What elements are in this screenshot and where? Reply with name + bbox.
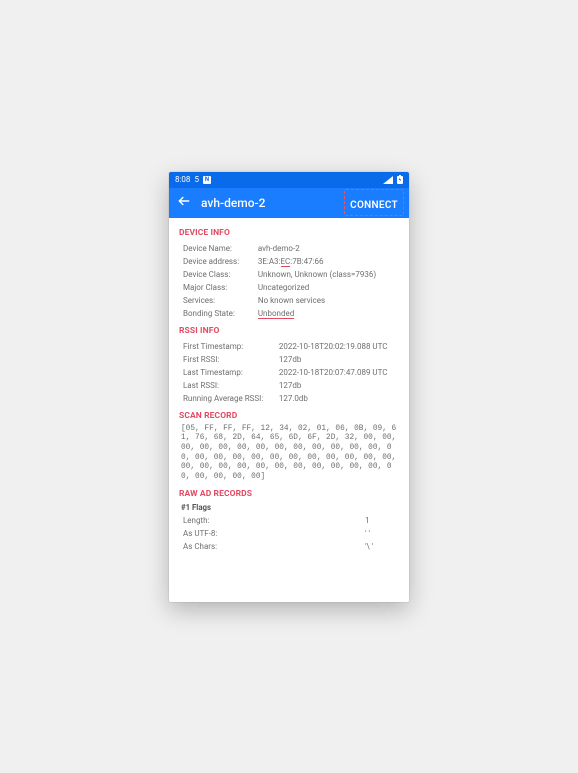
row-value: Unknown, Unknown (class=7936) bbox=[258, 268, 399, 281]
signal-icon bbox=[383, 176, 393, 184]
table-row: First Timestamp:2022-10-18T20:02:19.088 … bbox=[179, 340, 399, 353]
section-rssi-info: RSSI INFO bbox=[179, 326, 399, 336]
table-row: Bonding State:Unbonded bbox=[179, 307, 399, 320]
section-raw-ad: RAW AD RECORDS bbox=[179, 489, 399, 499]
content-scroll[interactable]: DEVICE INFO Device Name:avh-demo-2Device… bbox=[169, 218, 409, 602]
flags-subheader: #1 Flags bbox=[181, 503, 399, 512]
back-button[interactable] bbox=[177, 193, 191, 212]
row-key: Device Class: bbox=[179, 268, 258, 281]
scan-record-hex: [05, FF, FF, FF, 12, 34, 02, 01, 06, 0B,… bbox=[179, 425, 399, 483]
row-key: First Timestamp: bbox=[179, 340, 279, 353]
row-value: Unbonded bbox=[258, 307, 399, 320]
table-row: Length:1 bbox=[179, 514, 399, 527]
row-value: 3E:A3:EC:7B:47:66 bbox=[258, 255, 399, 268]
row-key: Major Class: bbox=[179, 281, 258, 294]
battery-icon bbox=[397, 175, 403, 184]
section-device-info: DEVICE INFO bbox=[179, 228, 399, 238]
row-value: 2022-10-18T20:02:19.088 UTC bbox=[279, 340, 399, 353]
row-value: 127db bbox=[279, 379, 399, 392]
table-row: Last Timestamp:2022-10-18T20:07:47.089 U… bbox=[179, 366, 399, 379]
flags-table: Length:1As UTF-8:' 'As Chars:'\ ' bbox=[179, 514, 399, 553]
row-key: Running Average RSSI: bbox=[179, 392, 279, 405]
row-key: Length: bbox=[179, 514, 365, 527]
row-key: First RSSI: bbox=[179, 353, 279, 366]
row-value: avh-demo-2 bbox=[258, 242, 399, 255]
table-row: Device Class:Unknown, Unknown (class=793… bbox=[179, 268, 399, 281]
row-value: Uncategorized bbox=[258, 281, 399, 294]
table-row: Services:No known services bbox=[179, 294, 399, 307]
table-row: Device Name:avh-demo-2 bbox=[179, 242, 399, 255]
app-bar: avh-demo-2 CONNECT bbox=[169, 188, 409, 218]
rssi-info-table: First Timestamp:2022-10-18T20:02:19.088 … bbox=[179, 340, 399, 405]
table-row: As UTF-8:' ' bbox=[179, 527, 399, 540]
row-value: 1 bbox=[365, 514, 399, 527]
connect-button[interactable]: CONNECT bbox=[347, 191, 401, 214]
status-time: 8:08 bbox=[175, 175, 190, 184]
table-row: Running Average RSSI:127.0db bbox=[179, 392, 399, 405]
row-key: As Chars: bbox=[179, 540, 365, 553]
page-title: avh-demo-2 bbox=[201, 196, 337, 210]
status-bar: 8:08 5 N bbox=[169, 172, 409, 188]
scroll-fade bbox=[169, 584, 409, 602]
row-value: No known services bbox=[258, 294, 399, 307]
row-key: Last RSSI: bbox=[179, 379, 279, 392]
phone-frame: 8:08 5 N avh-demo-2 CONNECT DEVICE INFO … bbox=[169, 172, 409, 602]
table-row: Last RSSI:127db bbox=[179, 379, 399, 392]
section-scan-record: SCAN RECORD bbox=[179, 411, 399, 421]
table-row: Major Class:Uncategorized bbox=[179, 281, 399, 294]
row-key: Services: bbox=[179, 294, 258, 307]
row-key: As UTF-8: bbox=[179, 527, 365, 540]
notif-icon: N bbox=[203, 176, 211, 184]
device-info-table: Device Name:avh-demo-2Device address:3E:… bbox=[179, 242, 399, 320]
row-value: ' ' bbox=[365, 527, 399, 540]
row-key: Last Timestamp: bbox=[179, 366, 279, 379]
table-row: Device address:3E:A3:EC:7B:47:66 bbox=[179, 255, 399, 268]
row-key: Device Name: bbox=[179, 242, 258, 255]
row-value: 2022-10-18T20:07:47.089 UTC bbox=[279, 366, 399, 379]
status-notif-count: 5 bbox=[194, 175, 199, 184]
table-row: As Chars:'\ ' bbox=[179, 540, 399, 553]
row-value: '\ ' bbox=[365, 540, 399, 553]
connect-label: CONNECT bbox=[350, 200, 398, 211]
row-key: Bonding State: bbox=[179, 307, 258, 320]
row-value: 127.0db bbox=[279, 392, 399, 405]
row-key: Device address: bbox=[179, 255, 258, 268]
table-row: First RSSI:127db bbox=[179, 353, 399, 366]
arrow-left-icon bbox=[177, 194, 191, 208]
row-value: 127db bbox=[279, 353, 399, 366]
